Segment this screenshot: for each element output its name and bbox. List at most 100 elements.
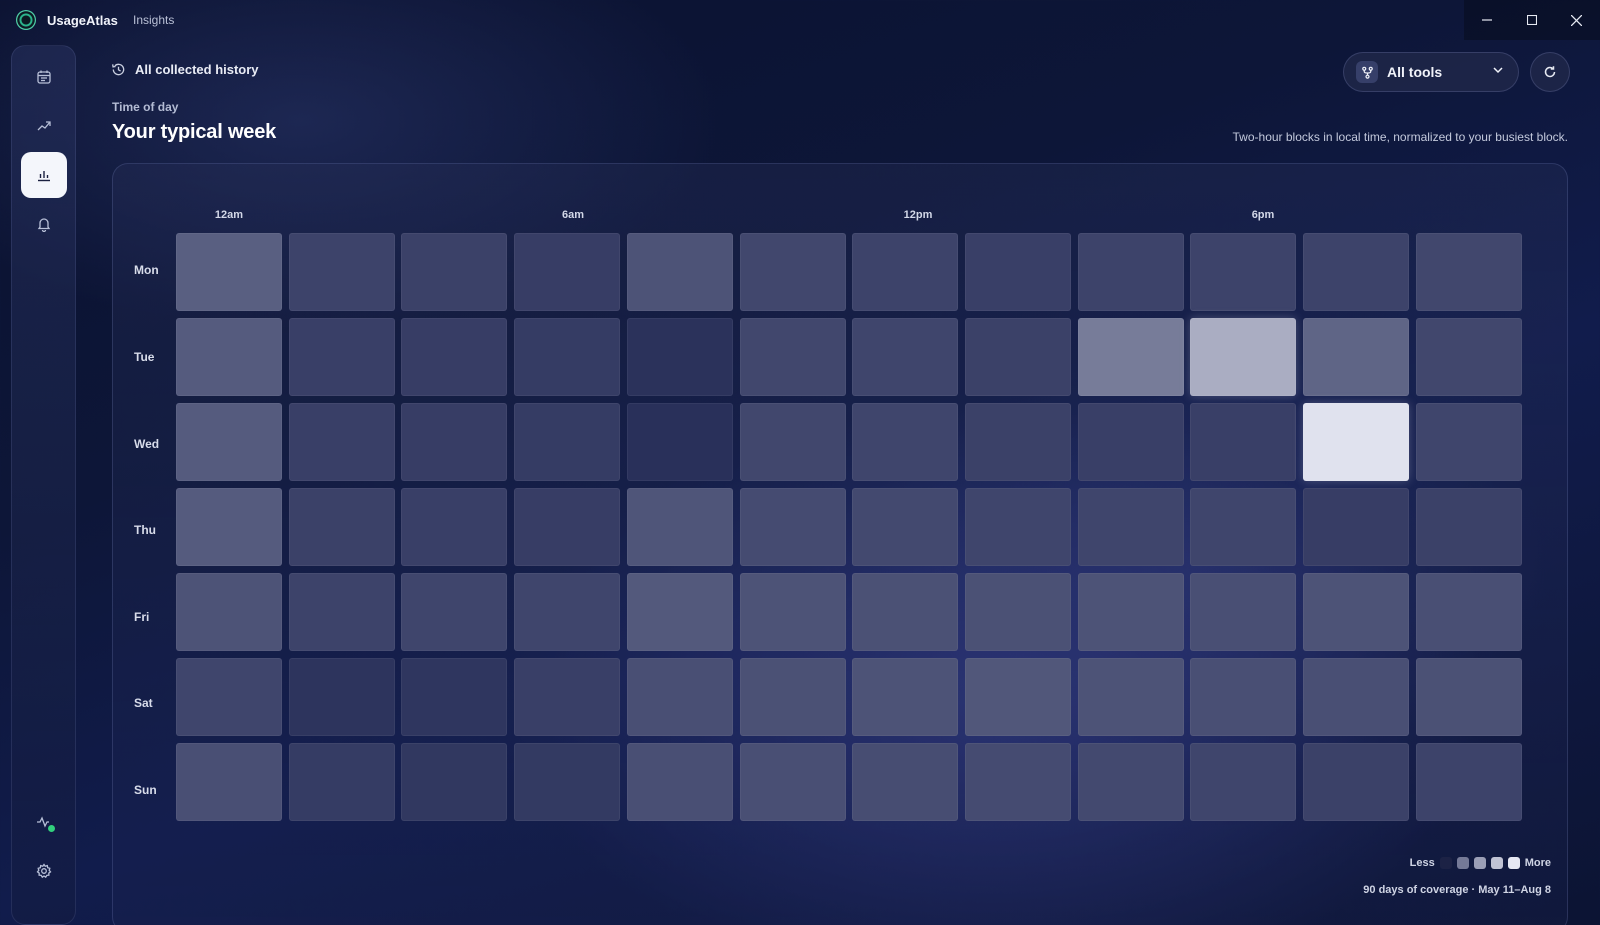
heatmap-cell-thu-5[interactable]	[739, 488, 846, 566]
heatmap-cell-thu-6[interactable]	[852, 488, 959, 566]
heatmap-cell-fri-3[interactable]	[514, 573, 621, 651]
heatmap-cell-sat-8[interactable]	[1077, 658, 1184, 736]
heatmap-cell-sun-2[interactable]	[401, 743, 508, 821]
heatmap-cell-fri-11[interactable]	[1415, 573, 1522, 651]
heatmap-cell-fri-8[interactable]	[1077, 573, 1184, 651]
heatmap-cell-sun-1[interactable]	[288, 743, 395, 821]
refresh-button[interactable]	[1530, 52, 1570, 92]
heatmap-cell-mon-7[interactable]	[964, 233, 1071, 311]
heatmap-cell-thu-9[interactable]	[1190, 488, 1297, 566]
sidebar-item-time-of-day[interactable]	[21, 152, 67, 198]
heatmap-cell-sat-6[interactable]	[852, 658, 959, 736]
legend-swatch-0	[1439, 857, 1452, 869]
heatmap-cell-sun-4[interactable]	[626, 743, 733, 821]
heatmap-cell-tue-2[interactable]	[401, 318, 508, 396]
heatmap-cell-sun-8[interactable]	[1077, 743, 1184, 821]
history-range[interactable]: All collected history	[111, 62, 259, 77]
heatmap-cell-sat-0[interactable]	[176, 658, 282, 736]
heatmap-cell-sat-9[interactable]	[1190, 658, 1297, 736]
heatmap-cell-thu-8[interactable]	[1077, 488, 1184, 566]
heatmap-cell-wed-0[interactable]	[176, 403, 282, 481]
heatmap-cell-sat-11[interactable]	[1415, 658, 1522, 736]
heatmap-cell-tue-4[interactable]	[626, 318, 733, 396]
heatmap-cell-fri-9[interactable]	[1190, 573, 1297, 651]
heatmap-cell-sat-5[interactable]	[739, 658, 846, 736]
heatmap-cell-wed-10[interactable]	[1303, 403, 1409, 481]
heatmap-cell-wed-1[interactable]	[288, 403, 395, 481]
heatmap-cell-tue-1[interactable]	[288, 318, 395, 396]
heatmap-cell-tue-3[interactable]	[514, 318, 621, 396]
heatmap-cell-wed-5[interactable]	[739, 403, 846, 481]
heatmap-cell-fri-4[interactable]	[626, 573, 733, 651]
sidebar-item-calendar[interactable]	[21, 54, 67, 100]
heatmap-cell-mon-5[interactable]	[739, 233, 846, 311]
heatmap-cell-mon-10[interactable]	[1303, 233, 1409, 311]
heatmap-cell-fri-1[interactable]	[288, 573, 395, 651]
heatmap-cell-mon-0[interactable]	[176, 233, 282, 311]
heatmap-cell-mon-1[interactable]	[288, 233, 395, 311]
heatmap-cell-thu-4[interactable]	[626, 488, 733, 566]
heatmap-cell-fri-0[interactable]	[176, 573, 282, 651]
heatmap-cell-sun-0[interactable]	[176, 743, 282, 821]
heatmap-cell-wed-6[interactable]	[852, 403, 959, 481]
heatmap-cell-wed-9[interactable]	[1190, 403, 1297, 481]
heatmap-cell-sat-1[interactable]	[288, 658, 395, 736]
heatmap-cell-mon-11[interactable]	[1415, 233, 1522, 311]
heatmap-cell-fri-2[interactable]	[401, 573, 508, 651]
heatmap-cell-mon-8[interactable]	[1077, 233, 1184, 311]
heatmap-cell-tue-10[interactable]	[1303, 318, 1409, 396]
heatmap-cell-wed-7[interactable]	[964, 403, 1071, 481]
minimize-button[interactable]	[1464, 0, 1509, 40]
heatmap-cell-tue-11[interactable]	[1415, 318, 1522, 396]
heatmap-cell-fri-6[interactable]	[852, 573, 959, 651]
heatmap-cell-sat-3[interactable]	[514, 658, 621, 736]
heatmap-cell-fri-7[interactable]	[964, 573, 1071, 651]
heatmap-cell-sun-9[interactable]	[1190, 743, 1297, 821]
heatmap-cell-wed-8[interactable]	[1077, 403, 1184, 481]
heatmap-cell-sun-3[interactable]	[514, 743, 621, 821]
heatmap-cell-sun-10[interactable]	[1303, 743, 1409, 821]
heatmap-cell-sat-2[interactable]	[401, 658, 508, 736]
sidebar-item-activity-status[interactable]	[21, 799, 67, 845]
heatmap-cell-wed-2[interactable]	[401, 403, 508, 481]
bell-icon	[37, 218, 51, 232]
heatmap-cell-thu-11[interactable]	[1415, 488, 1522, 566]
heatmap-cell-fri-10[interactable]	[1303, 573, 1409, 651]
heatmap-cell-sat-10[interactable]	[1303, 658, 1409, 736]
heatmap-cell-wed-11[interactable]	[1415, 403, 1522, 481]
sidebar-item-alerts[interactable]	[21, 201, 67, 247]
sidebar-item-settings[interactable]	[21, 848, 67, 894]
close-button[interactable]	[1554, 0, 1599, 40]
heatmap-cell-thu-2[interactable]	[401, 488, 508, 566]
gear-icon	[36, 863, 52, 879]
heatmap-cell-thu-0[interactable]	[176, 488, 282, 566]
heatmap-cell-tue-7[interactable]	[964, 318, 1071, 396]
heatmap-cell-mon-2[interactable]	[401, 233, 508, 311]
heatmap-cell-tue-9[interactable]	[1190, 318, 1297, 396]
sidebar-item-trends[interactable]	[21, 103, 67, 149]
heatmap-cell-mon-9[interactable]	[1190, 233, 1297, 311]
heatmap-cell-mon-6[interactable]	[852, 233, 959, 311]
heatmap-cell-sat-4[interactable]	[626, 658, 733, 736]
heatmap-cell-tue-0[interactable]	[176, 318, 282, 396]
heatmap-cell-tue-5[interactable]	[739, 318, 846, 396]
heatmap-cell-tue-6[interactable]	[852, 318, 959, 396]
heatmap-cell-thu-3[interactable]	[514, 488, 621, 566]
section-eyebrow: Time of day	[112, 100, 179, 114]
heatmap-cell-sun-5[interactable]	[739, 743, 846, 821]
heatmap-cell-sun-7[interactable]	[964, 743, 1071, 821]
heatmap-cell-sun-6[interactable]	[852, 743, 959, 821]
heatmap-cell-sat-7[interactable]	[964, 658, 1071, 736]
heatmap-cell-mon-4[interactable]	[626, 233, 733, 311]
maximize-button[interactable]	[1509, 0, 1554, 40]
heatmap-cell-thu-1[interactable]	[288, 488, 395, 566]
heatmap-cell-wed-4[interactable]	[626, 403, 733, 481]
heatmap-cell-mon-3[interactable]	[514, 233, 621, 311]
tool-filter-dropdown[interactable]: All tools	[1343, 52, 1519, 92]
heatmap-cell-thu-7[interactable]	[964, 488, 1071, 566]
heatmap-cell-thu-10[interactable]	[1303, 488, 1409, 566]
heatmap-cell-tue-8[interactable]	[1077, 318, 1184, 396]
heatmap-cell-fri-5[interactable]	[739, 573, 846, 651]
heatmap-cell-wed-3[interactable]	[514, 403, 621, 481]
heatmap-cell-sun-11[interactable]	[1415, 743, 1522, 821]
